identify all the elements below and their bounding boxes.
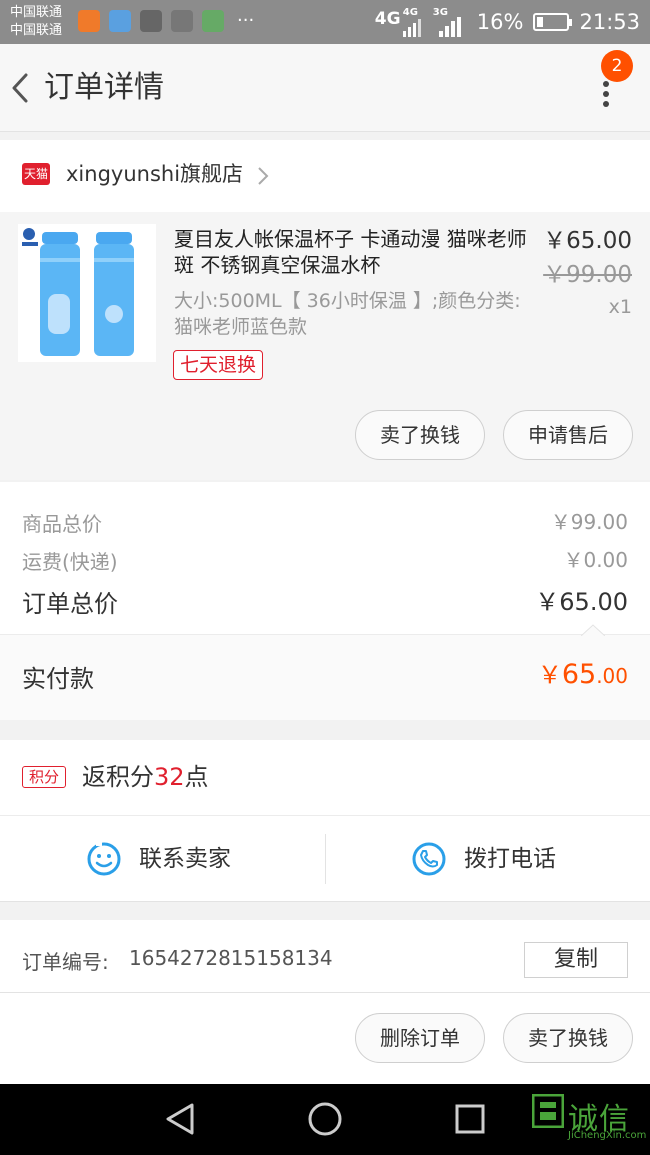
battery-charging-icon <box>533 13 573 31</box>
contact-avatar-icon <box>202 10 224 32</box>
amount-integer: 65 <box>561 659 597 690</box>
product-title[interactable]: 夏目友人帐保温杯子 卡通动漫 猫咪老师斑 不锈钢真空保温水杯 <box>174 226 536 278</box>
call-phone-label: 拨打电话 <box>464 846 556 872</box>
amount-decimal: .00 <box>596 664 628 688</box>
back-triangle-icon[interactable] <box>162 1101 198 1137</box>
product-original-price: ￥99.00 <box>543 262 632 288</box>
caret-up-icon <box>581 624 605 636</box>
carrier-info: 中国联通 中国联通 <box>10 4 62 40</box>
uc-browser-icon <box>78 10 100 32</box>
watermark-url: JiChengXin.com <box>568 1130 647 1141</box>
net-label-1: 4G <box>374 9 401 29</box>
order-total-value: ￥65.00 <box>535 588 628 616</box>
network-4g-icon: 4G 4G <box>375 7 423 37</box>
product-quantity: x1 <box>608 296 632 318</box>
shipping-label: 运费(快递) <box>22 550 118 574</box>
chat-smiley-icon <box>87 841 121 876</box>
carrier-2: 中国联通 <box>10 23 63 38</box>
store-name: xingyunshi旗舰店 <box>66 162 244 186</box>
product-card[interactable]: 夏目友人帐保温杯子 卡通动漫 猫咪老师斑 不锈钢真空保温水杯 大小:500ML【… <box>0 212 650 480</box>
back-arrow-icon[interactable] <box>6 66 38 110</box>
points-row: 积分 返积分32点 <box>0 740 650 816</box>
home-circle-icon[interactable] <box>307 1101 343 1137</box>
watermark: 诚信 JiChengXin.com <box>532 1090 648 1150</box>
status-right: 4G 4G 3G 16% 21:53 <box>375 6 640 38</box>
tmall-logo: 天猫 <box>22 163 50 185</box>
more-notifications-icon: ··· <box>237 10 255 31</box>
actual-payment-row: 实付款 ￥65.00 <box>0 624 650 720</box>
navigation-bar: 订单详情 2 <box>0 44 650 132</box>
clock: 21:53 <box>579 10 640 34</box>
store-row[interactable]: 天猫 xingyunshi旗舰店 <box>0 140 650 212</box>
goods-total-value: ￥99.00 <box>550 510 628 534</box>
bottom-action-bar: 删除订单 卖了换钱 <box>0 992 650 1084</box>
actual-payment-value: ￥65.00 <box>538 655 628 690</box>
copy-order-number-button[interactable]: 复制 <box>524 942 628 978</box>
order-info: 订单编号: 1654272815158134 复制 <box>0 920 650 992</box>
contact-avatar-icon <box>171 10 193 32</box>
apply-aftersale-button[interactable]: 申请售后 <box>503 410 633 460</box>
watermark-logo <box>532 1094 564 1128</box>
recents-square-icon[interactable] <box>452 1101 488 1137</box>
signal-icon <box>402 19 421 37</box>
network-3g-icon: 3G <box>433 7 467 37</box>
actual-payment-label: 实付款 <box>22 665 94 693</box>
points-suffix: 点 <box>184 763 209 791</box>
notification-icons: ··· <box>78 10 254 32</box>
status-bar: 中国联通 中国联通 ··· 4G 4G 3G 16% 21:53 <box>0 0 650 44</box>
signal-icon <box>438 17 461 37</box>
seven-day-return-badge: 七天退换 <box>173 350 264 380</box>
points-tag: 积分 <box>22 766 66 788</box>
battery-percent: 16% <box>476 10 524 34</box>
thermos-bottles-image <box>18 224 156 362</box>
sell-for-cash-bottom-button[interactable]: 卖了换钱 <box>503 1013 633 1063</box>
system-navigation-bar: 诚信 JiChengXin.com <box>0 1084 650 1155</box>
product-price: ￥65.00 <box>543 228 632 254</box>
product-spec: 大小:500ML【 36小时保温 】;颜色分类:猫咪老师蓝色款 <box>174 290 521 338</box>
contact-seller-button[interactable]: 联系卖家 <box>0 816 325 902</box>
contact-bar: 联系卖家 拨打电话 <box>0 816 650 902</box>
call-phone-button[interactable]: 拨打电话 <box>325 816 650 902</box>
chevron-right-icon <box>258 167 269 185</box>
points-text: 返积分32点 <box>82 760 209 794</box>
phone-icon <box>412 842 446 876</box>
order-number-value: 1654272815158134 <box>129 946 333 970</box>
health-app-icon <box>109 10 131 32</box>
points-amount: 32 <box>154 763 185 791</box>
carrier-1: 中国联通 <box>10 5 63 20</box>
notification-badge: 2 <box>601 50 633 82</box>
goods-total-label: 商品总价 <box>22 512 102 536</box>
delete-order-button[interactable]: 删除订单 <box>355 1013 485 1063</box>
order-total-label: 订单总价 <box>22 590 118 618</box>
currency-symbol: ￥ <box>537 661 562 689</box>
shipping-value: ￥0.00 <box>563 548 628 572</box>
contact-seller-label: 联系卖家 <box>139 846 231 872</box>
page-title: 订单详情 <box>44 70 164 105</box>
sell-for-cash-button[interactable]: 卖了换钱 <box>355 410 485 460</box>
points-prefix: 返积分 <box>82 763 154 791</box>
product-image[interactable] <box>18 224 156 362</box>
contact-avatar-icon <box>140 10 162 32</box>
order-number-label: 订单编号: <box>22 950 109 974</box>
net-label-2: 4G <box>402 7 418 18</box>
price-summary: 商品总价 ￥99.00 运费(快递) ￥0.00 订单总价 ￥65.00 <box>0 482 650 634</box>
